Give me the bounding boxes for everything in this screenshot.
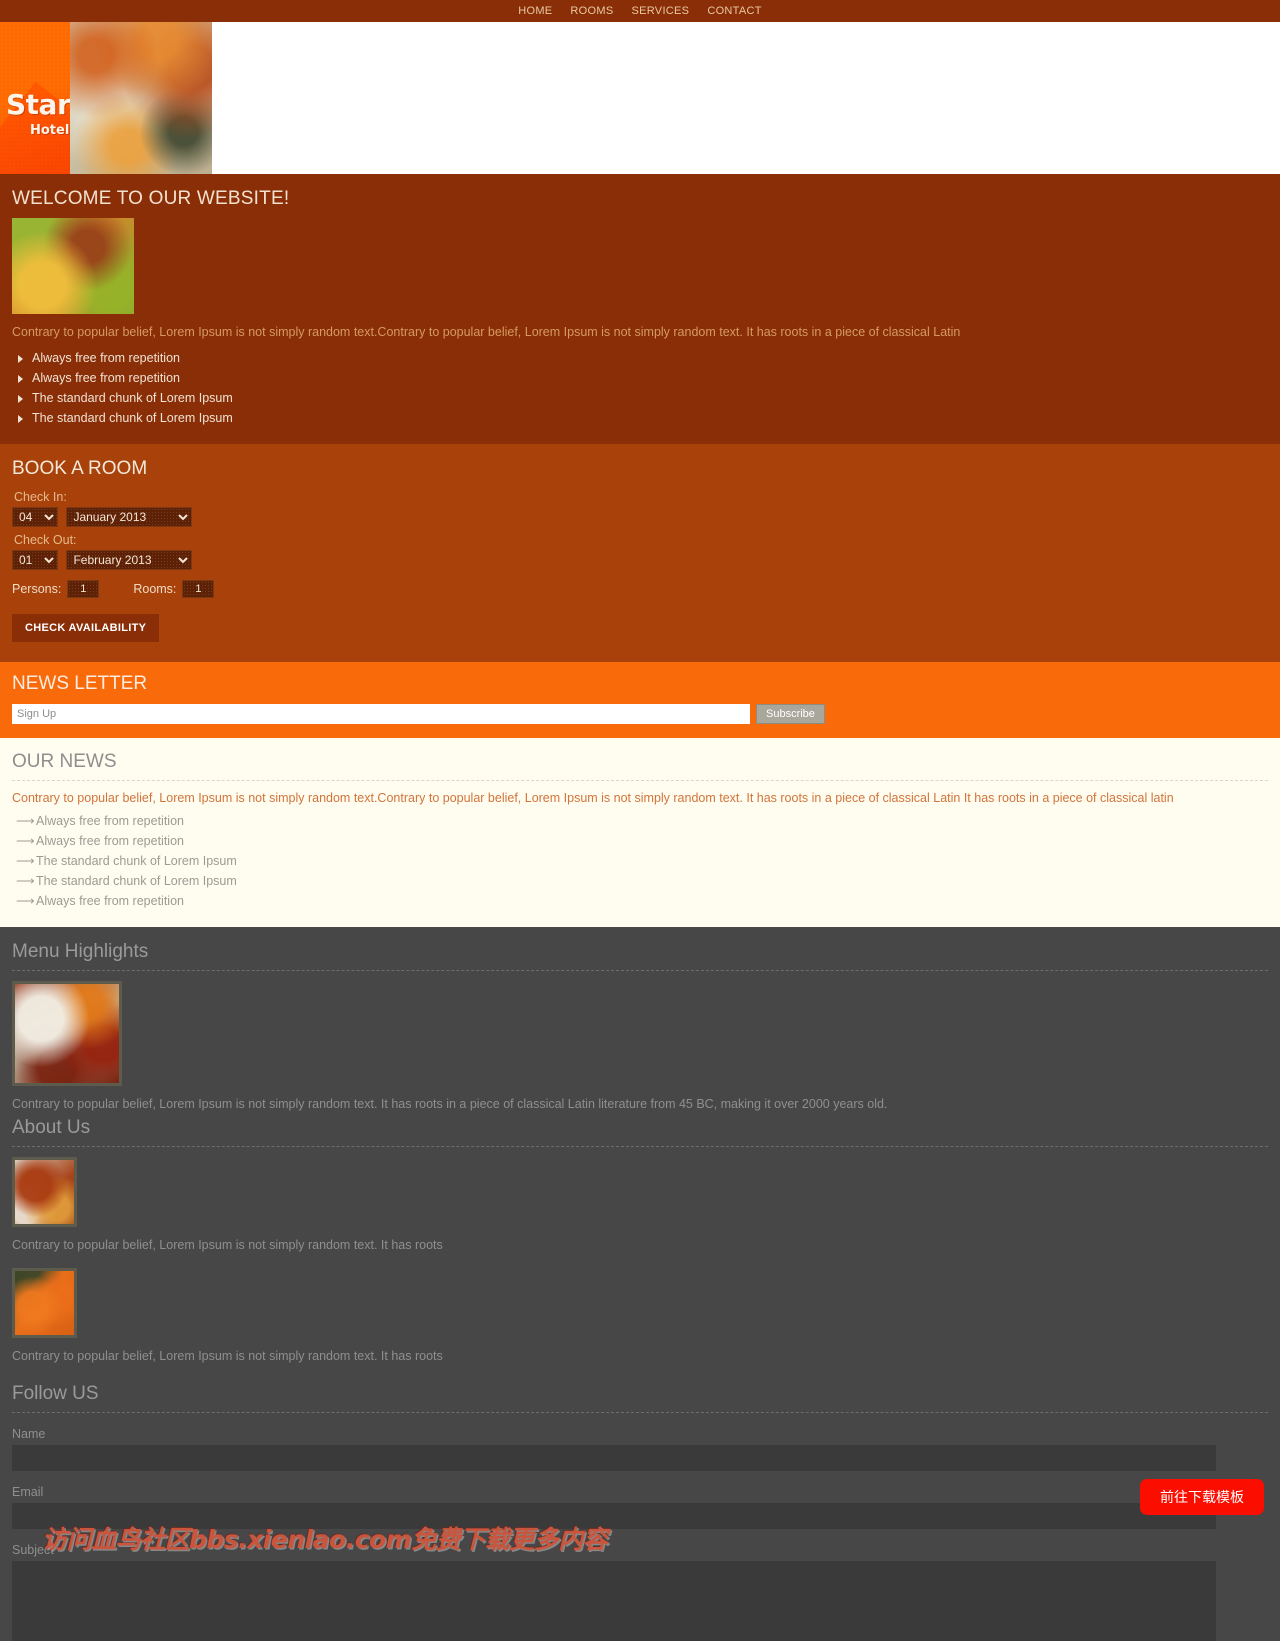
nav-item-rooms[interactable]: ROOMS <box>570 5 613 17</box>
check-out-month-select[interactable]: February 2013 <box>66 549 193 570</box>
logo-title: Star <box>6 88 70 121</box>
triangle-bullet-icon <box>18 414 23 423</box>
list-item-label: The standard chunk of Lorem Ipsum <box>36 874 237 889</box>
name-input[interactable] <box>12 1445 1216 1471</box>
check-availability-button[interactable]: CHECK AVAILABILITY <box>12 613 160 642</box>
page-root: HOME ROOMS SERVICES CONTACT Star Hotel W… <box>0 0 1280 1641</box>
header-food-photo <box>70 22 212 174</box>
logo-orange-panel: Star Hotel <box>0 22 70 174</box>
list-item-label: The standard chunk of Lorem Ipsum <box>32 410 233 425</box>
subscribe-button[interactable]: Subscribe <box>756 703 825 724</box>
about-description-one: Contrary to popular belief, Lorem Ipsum … <box>12 1238 443 1253</box>
welcome-title: WELCOME TO OUR WEBSITE! <box>12 188 290 209</box>
rooms-label: Rooms: <box>133 581 177 596</box>
list-item-label: Always free from repetition <box>36 814 184 829</box>
list-item[interactable]: The standard chunk of Lorem Ipsum <box>12 408 1268 428</box>
arrow-right-icon: ⟶ <box>16 833 35 849</box>
list-item[interactable]: Always free from repetition <box>12 348 1268 368</box>
menu-highlights-description: Contrary to popular belief, Lorem Ipsum … <box>12 1097 888 1112</box>
nav-item-services[interactable]: SERVICES <box>631 5 689 17</box>
book-a-room-title: BOOK A ROOM <box>12 457 148 479</box>
occupancy-row: Persons: Rooms: <box>12 579 1268 598</box>
newsletter-signup-input[interactable] <box>12 703 750 724</box>
nav-item-contact[interactable]: CONTACT <box>707 5 761 17</box>
book-a-room-section: BOOK A ROOM Check In: 04 January 2013 Ch… <box>0 443 1280 662</box>
triangle-bullet-icon <box>18 374 23 383</box>
arrow-right-icon: ⟶ <box>16 873 35 889</box>
persons-label: Persons: <box>12 581 62 596</box>
persons-input[interactable] <box>67 579 100 598</box>
check-in-month-select[interactable]: January 2013 <box>66 506 193 527</box>
menu-highlights-title: Menu Highlights <box>12 941 149 963</box>
email-field-label: Email <box>12 1485 44 1499</box>
logo-subtitle: Hotel <box>30 123 70 138</box>
about-us-title: About Us <box>12 1117 91 1139</box>
newsletter-title: NEWS LETTER <box>12 672 148 694</box>
triangle-bullet-icon <box>18 354 23 363</box>
nav-item-home[interactable]: HOME <box>518 5 552 17</box>
check-out-day-select[interactable]: 01 <box>12 549 58 570</box>
divider <box>12 1412 1268 1413</box>
rooms-input[interactable] <box>182 579 215 598</box>
divider <box>12 779 1268 781</box>
our-news-section: OUR NEWS Contrary to popular belief, Lor… <box>0 737 1280 928</box>
our-news-title: OUR NEWS <box>12 750 117 772</box>
arrow-right-icon: ⟶ <box>16 893 35 909</box>
check-in-day-select[interactable]: 04 <box>12 506 58 527</box>
check-out-label: Check Out: <box>14 532 77 547</box>
welcome-photo <box>12 218 134 314</box>
list-item-label: The standard chunk of Lorem Ipsum <box>32 390 233 405</box>
divider <box>12 1146 1268 1148</box>
subject-input[interactable] <box>12 1561 1216 1641</box>
list-item-label: Always free from repetition <box>36 894 184 909</box>
list-item[interactable]: ⟶ Always free from repetition <box>12 831 1268 851</box>
newsletter-section: NEWS LETTER Subscribe <box>0 661 1280 738</box>
top-navigation-bar: HOME ROOMS SERVICES CONTACT <box>0 0 1280 22</box>
list-item[interactable]: The standard chunk of Lorem Ipsum <box>12 388 1268 408</box>
subject-field-label: Subject <box>12 1543 54 1557</box>
list-item[interactable]: Always free from repetition <box>12 368 1268 388</box>
name-field-label: Name <box>12 1427 46 1441</box>
welcome-feature-list: Always free from repetition Always free … <box>12 348 1268 428</box>
check-in-label: Check In: <box>14 489 67 504</box>
our-news-list: ⟶ Always free from repetition ⟶ Always fre… <box>12 811 1268 911</box>
list-item[interactable]: ⟶ The standard chunk of Lorem Ipsum <box>12 871 1268 891</box>
welcome-section: WELCOME TO OUR WEBSITE! Contrary to popu… <box>0 174 1280 444</box>
site-logo[interactable]: Star Hotel <box>0 22 212 174</box>
list-item-label: The standard chunk of Lorem Ipsum <box>36 854 237 869</box>
arrow-right-icon: ⟶ <box>16 853 35 869</box>
footer-dark-section: Menu Highlights Contrary to popular beli… <box>0 927 1280 1641</box>
email-input[interactable] <box>12 1503 1216 1529</box>
our-news-description: Contrary to popular belief, Lorem Ipsum … <box>12 790 1174 805</box>
list-item-label: Always free from repetition <box>32 350 180 365</box>
list-item-label: Always free from repetition <box>32 370 180 385</box>
menu-highlights-photo <box>12 981 122 1087</box>
site-header: Star Hotel <box>0 22 1280 174</box>
arrow-right-icon: ⟶ <box>16 813 35 829</box>
list-item[interactable]: ⟶ Always free from repetition <box>12 891 1268 911</box>
divider <box>12 970 1268 972</box>
download-template-button[interactable]: 前往下载模板 <box>1140 1479 1264 1515</box>
list-item[interactable]: ⟶ Always free from repetition <box>12 811 1268 831</box>
triangle-bullet-icon <box>18 394 23 403</box>
about-description-two: Contrary to popular belief, Lorem Ipsum … <box>12 1349 443 1364</box>
list-item-label: Always free from repetition <box>36 834 184 849</box>
about-photo-one <box>12 1157 77 1228</box>
about-photo-two <box>12 1268 77 1339</box>
newsletter-form: Subscribe <box>12 703 1268 724</box>
welcome-description: Contrary to popular belief, Lorem Ipsum … <box>12 325 961 339</box>
list-item[interactable]: ⟶ The standard chunk of Lorem Ipsum <box>12 851 1268 871</box>
follow-us-title: Follow US <box>12 1383 99 1404</box>
